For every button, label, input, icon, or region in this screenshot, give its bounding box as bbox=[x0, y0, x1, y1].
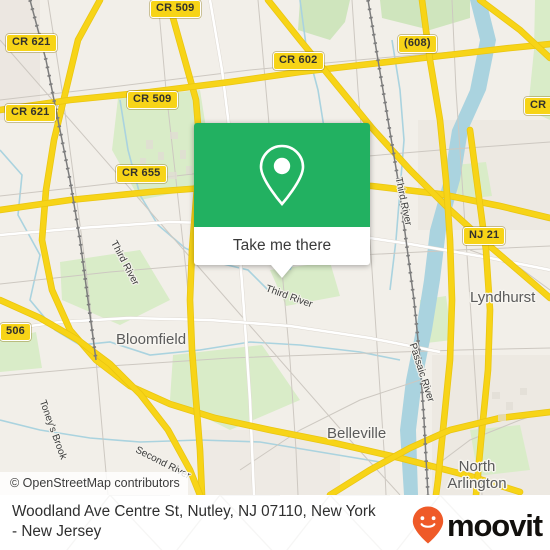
road-shield: 506 bbox=[0, 323, 31, 341]
road-shield: CR 621 bbox=[5, 104, 56, 122]
road-shield: CR 655 bbox=[116, 165, 167, 183]
address-text: Woodland Ave Centre St, Nutley, NJ 07110… bbox=[12, 502, 422, 542]
road-shield: NJ 21 bbox=[463, 227, 506, 245]
popup-tail-pointer bbox=[271, 265, 293, 278]
road-shield: CR 509 bbox=[150, 0, 201, 18]
road-shield: (608) bbox=[398, 35, 437, 53]
moovit-logo[interactable]: moovit bbox=[411, 505, 543, 545]
road-shield: CR 602 bbox=[273, 52, 324, 70]
address-line-1: Woodland Ave Centre St, Nutley, NJ 07110… bbox=[12, 503, 376, 520]
moovit-wordmark: moovit bbox=[446, 507, 543, 543]
take-me-there-button[interactable]: Take me there bbox=[194, 227, 370, 265]
road-shield: CR 621 bbox=[6, 34, 57, 52]
place-label: North Arlington bbox=[447, 458, 507, 492]
map-pin-icon bbox=[259, 144, 305, 206]
road-shield: CR 5 bbox=[524, 97, 550, 115]
moovit-smiley-pin-icon bbox=[412, 506, 444, 544]
road-shield: CR 509 bbox=[127, 91, 178, 109]
address-line-2: - New Jersey bbox=[12, 523, 102, 540]
place-label: Belleville bbox=[327, 425, 387, 442]
attribution-text: © OpenStreetMap contributors bbox=[10, 476, 180, 490]
take-me-there-label: Take me there bbox=[232, 237, 332, 254]
map-attribution[interactable]: © OpenStreetMap contributors bbox=[0, 472, 188, 495]
popup-header bbox=[194, 123, 370, 227]
place-label: Bloomfield bbox=[116, 331, 187, 348]
footer-bar: Woodland Ave Centre St, Nutley, NJ 07110… bbox=[0, 495, 550, 550]
moovit-map-share-card: .land { fill:#f2efe9; } .park { fill:#cf… bbox=[0, 0, 550, 550]
location-popup-card[interactable]: Take me there bbox=[194, 123, 370, 278]
place-label: Lyndhurst bbox=[470, 289, 536, 306]
map-canvas[interactable]: .land { fill:#f2efe9; } .park { fill:#cf… bbox=[0, 0, 550, 495]
